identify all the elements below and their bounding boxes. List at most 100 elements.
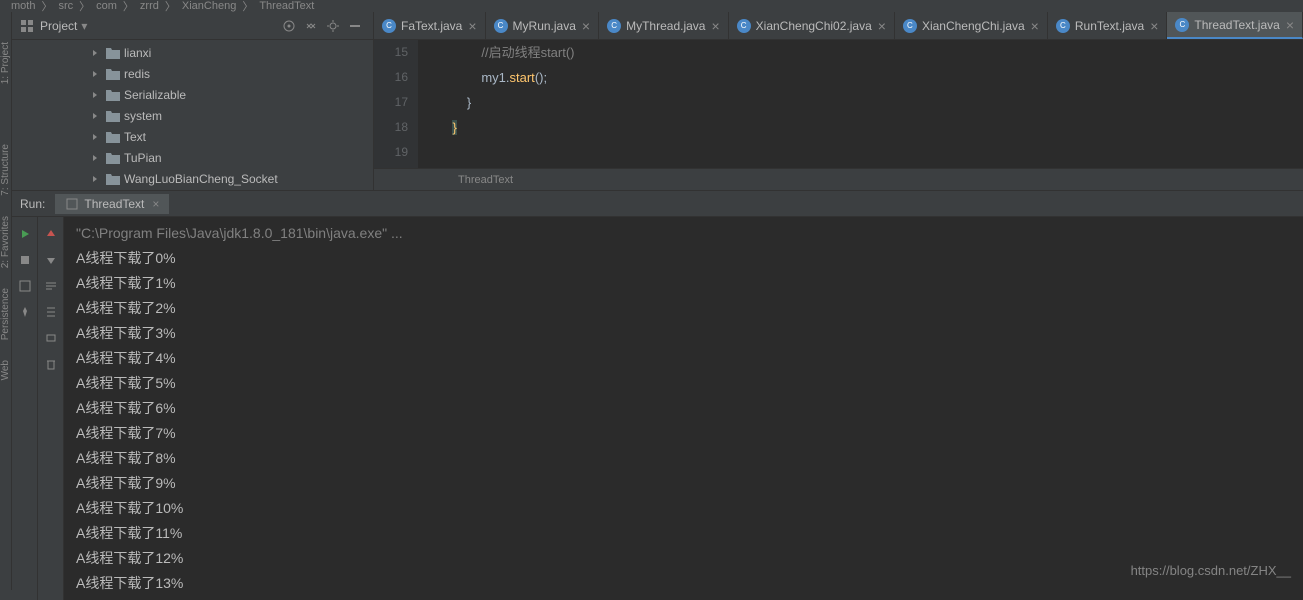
console-line: A线程下载了3% — [76, 321, 1291, 346]
chevron-right-icon — [90, 48, 100, 58]
tree-item[interactable]: lianxi — [12, 42, 373, 63]
editor-tab[interactable]: CXianChengChi02.java× — [729, 12, 895, 39]
run-title: Run: — [20, 197, 45, 211]
console-line: A线程下载了1% — [76, 271, 1291, 296]
breadcrumb-item[interactable]: ThreadText — [259, 0, 314, 12]
close-icon[interactable]: × — [582, 18, 590, 34]
editor-tab[interactable]: CFaText.java× — [374, 12, 486, 39]
console-output[interactable]: "C:\Program Files\Java\jdk1.8.0_181\bin\… — [64, 217, 1303, 600]
soft-wrap-button[interactable] — [41, 276, 61, 296]
navigation-breadcrumb: moth〉 src〉 com〉 zrrd〉 XianCheng〉 ThreadT… — [0, 0, 1303, 12]
console-line: A线程下载了12% — [76, 546, 1291, 571]
editor-tab[interactable]: CRunText.java× — [1048, 12, 1168, 39]
rerun-button[interactable] — [15, 224, 35, 244]
close-icon[interactable]: × — [711, 18, 719, 34]
breadcrumb-item[interactable]: com — [96, 0, 117, 12]
close-icon[interactable]: × — [1286, 17, 1294, 33]
close-icon[interactable]: × — [878, 18, 886, 34]
chevron-right-icon — [90, 111, 100, 121]
console-line: A线程下载了4% — [76, 346, 1291, 371]
run-config-icon — [65, 197, 79, 211]
hide-icon[interactable] — [345, 16, 365, 36]
console-line: A线程下载了11% — [76, 521, 1291, 546]
project-title: Project — [40, 19, 77, 33]
restore-layout-button[interactable] — [15, 276, 35, 296]
folder-icon — [106, 173, 120, 185]
settings-icon[interactable] — [323, 16, 343, 36]
tree-item[interactable]: Serializable — [12, 84, 373, 105]
console-line: A线程下载了8% — [76, 446, 1291, 471]
class-icon: C — [494, 19, 508, 33]
tool-window-favorites[interactable]: 2: Favorites — [0, 216, 11, 268]
breadcrumb-item[interactable]: moth — [11, 0, 35, 12]
project-tool-window: Project ▾ lianxi redis Serializable syst… — [12, 12, 374, 190]
left-tool-window-bar: 1: Project 7: Structure 2: Favorites Per… — [0, 12, 12, 590]
tree-item[interactable]: TuPian — [12, 147, 373, 168]
class-icon: C — [382, 19, 396, 33]
class-icon: C — [1056, 19, 1070, 33]
locate-icon[interactable] — [279, 16, 299, 36]
editor-tab-active[interactable]: CThreadText.java× — [1167, 12, 1303, 39]
breadcrumb-item[interactable]: zrrd — [140, 0, 159, 12]
scroll-to-end-button[interactable] — [41, 302, 61, 322]
console-command: "C:\Program Files\Java\jdk1.8.0_181\bin\… — [76, 221, 1291, 246]
console-line: A线程下载了0% — [76, 246, 1291, 271]
run-tool-window: Run: ThreadText × — [12, 190, 1303, 600]
console-line: A线程下载了13% — [76, 571, 1291, 596]
breadcrumb-item[interactable]: XianCheng — [182, 0, 236, 12]
console-line: A线程下载了2% — [76, 296, 1291, 321]
class-icon: C — [607, 19, 621, 33]
editor-tab[interactable]: CMyThread.java× — [599, 12, 729, 39]
project-icon — [20, 19, 34, 33]
console-line: A线程下载了9% — [76, 471, 1291, 496]
project-tree[interactable]: lianxi redis Serializable system Text Tu… — [12, 40, 373, 190]
run-tab[interactable]: ThreadText × — [55, 194, 169, 214]
collapse-icon[interactable] — [301, 16, 321, 36]
stop-button[interactable] — [15, 250, 35, 270]
tool-window-project[interactable]: 1: Project — [0, 42, 11, 84]
tool-window-persistence[interactable]: Persistence — [0, 288, 11, 340]
editor-breadcrumb[interactable]: ThreadText — [374, 168, 1303, 190]
tree-item[interactable]: redis — [12, 63, 373, 84]
up-trace-button[interactable] — [41, 224, 61, 244]
chevron-right-icon — [90, 132, 100, 142]
down-trace-button[interactable] — [41, 250, 61, 270]
editor-tab[interactable]: CMyRun.java× — [486, 12, 600, 39]
close-icon[interactable]: × — [152, 197, 159, 211]
tree-item[interactable]: system — [12, 105, 373, 126]
pin-button[interactable] — [15, 302, 35, 322]
class-icon: C — [903, 19, 917, 33]
console-line: A线程下载了10% — [76, 496, 1291, 521]
breadcrumb-item[interactable]: src — [58, 0, 73, 12]
folder-icon — [106, 89, 120, 101]
chevron-right-icon — [90, 90, 100, 100]
code-area[interactable]: //启动线程start() my1.start(); } } — [430, 40, 1303, 168]
class-icon: C — [737, 19, 751, 33]
folder-icon — [106, 152, 120, 164]
dropdown-icon[interactable]: ▾ — [81, 19, 87, 33]
chevron-right-icon — [90, 153, 100, 163]
close-icon[interactable]: × — [468, 18, 476, 34]
folder-icon — [106, 47, 120, 59]
fold-gutter[interactable] — [418, 40, 430, 168]
tool-window-structure[interactable]: 7: Structure — [0, 144, 11, 196]
chevron-right-icon — [90, 69, 100, 79]
console-line: A线程下载了5% — [76, 371, 1291, 396]
editor-panel: CFaText.java× CMyRun.java× CMyThread.jav… — [374, 12, 1303, 190]
line-gutter: 15 16 17 18 19 — [374, 40, 418, 168]
console-line: A线程下载了7% — [76, 421, 1291, 446]
tool-window-web[interactable]: Web — [0, 360, 11, 380]
tree-item[interactable]: Text — [12, 126, 373, 147]
close-icon[interactable]: × — [1031, 18, 1039, 34]
run-toolbar-secondary — [38, 217, 64, 600]
folder-icon — [106, 110, 120, 122]
editor-body[interactable]: 15 16 17 18 19 //启动线程start() my1.start()… — [374, 40, 1303, 168]
console-line: A线程下载了6% — [76, 396, 1291, 421]
print-button[interactable] — [41, 328, 61, 348]
editor-tab[interactable]: CXianChengChi.java× — [895, 12, 1048, 39]
run-toolbar-primary — [12, 217, 38, 600]
watermark: https://blog.csdn.net/ZHX__ — [1131, 563, 1291, 578]
clear-button[interactable] — [41, 354, 61, 374]
close-icon[interactable]: × — [1150, 18, 1158, 34]
tree-item[interactable]: WangLuoBianCheng_Socket — [12, 168, 373, 189]
